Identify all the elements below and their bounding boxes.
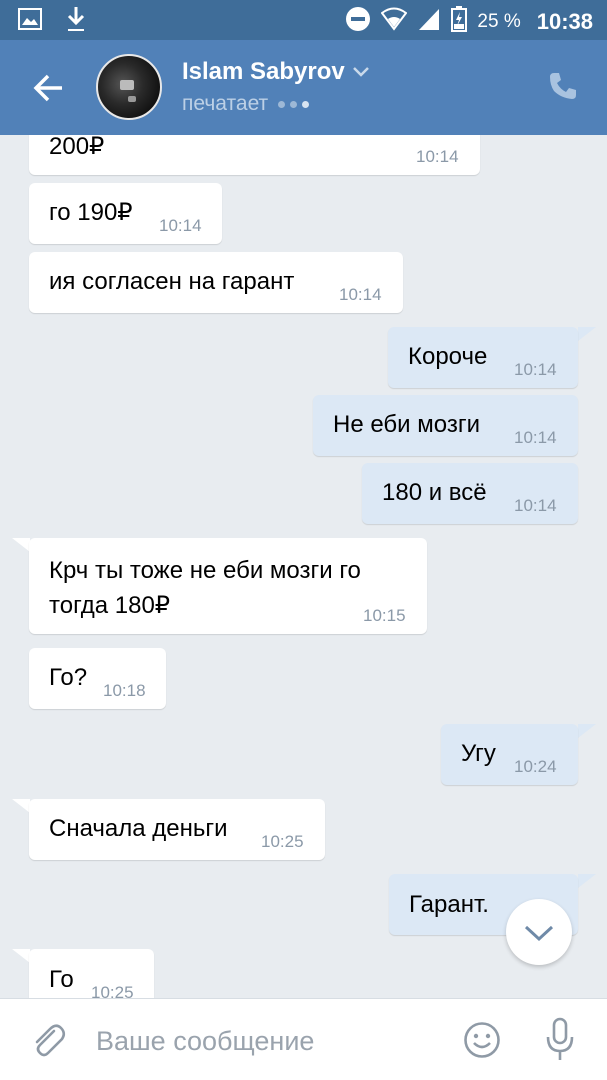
message-text: Крч ты тоже не еби мозги го: [49, 557, 361, 584]
message-text: Гарант.: [409, 891, 489, 918]
bubble-tail: [12, 949, 30, 963]
message-time: 10:14: [339, 285, 382, 304]
voice-record-button[interactable]: [544, 1017, 576, 1063]
message-time: 10:14: [159, 216, 202, 235]
message-text: Го: [49, 966, 74, 993]
message-time: 10:14: [514, 496, 557, 515]
paperclip-icon: [35, 1024, 66, 1057]
message-text: 180 и всё: [382, 479, 487, 506]
message-time: 10:25: [91, 983, 134, 998]
message-list[interactable]: 200₽ 10:14 го 190₽ 10:14 ия согласен на …: [0, 135, 607, 998]
avatar[interactable]: [96, 54, 162, 120]
message-text: Сначала деньги: [49, 815, 228, 842]
signal-icon: [417, 7, 441, 37]
message-text: Короче: [408, 343, 488, 370]
message-composer: [0, 998, 607, 1080]
message-outgoing[interactable]: Короче 10:14: [388, 327, 578, 388]
message-text: го 190₽: [49, 199, 133, 226]
bubble-tail: [12, 799, 30, 813]
message-time: 10:24: [514, 757, 557, 776]
bubble-tail: [12, 538, 30, 552]
phone-icon: [550, 73, 576, 99]
message-incoming[interactable]: го 190₽ 10:14: [29, 183, 222, 244]
typing-status: печатает: [182, 92, 310, 116]
message-time: 10:14: [514, 428, 557, 447]
emoji-button[interactable]: [463, 1021, 501, 1059]
message-incoming[interactable]: Го? 10:18: [29, 648, 166, 709]
chat-header: Islam Sabyrov печатает: [0, 40, 607, 135]
smiley-icon: [464, 1022, 500, 1058]
back-button[interactable]: [28, 68, 68, 108]
chevron-down-icon: [352, 67, 369, 77]
bubble-tail: [578, 327, 596, 341]
wifi-icon: [381, 7, 408, 37]
message-time: 10:14: [416, 147, 459, 166]
message-incoming[interactable]: ия согласен на гарант 10:14: [29, 252, 403, 313]
battery-percent: 25 %: [477, 11, 521, 32]
status-text: печатает: [182, 92, 269, 115]
message-text-line-2: тогда 180₽: [49, 592, 171, 619]
contact-name: Islam Sabyrov: [182, 58, 345, 85]
message-text: ия согласен на гарант: [49, 268, 295, 295]
message-time: 10:25: [261, 832, 304, 851]
image-icon: [18, 8, 42, 35]
message-text: Угу: [461, 740, 496, 767]
battery-icon: [451, 6, 468, 38]
message-text: 200₽: [49, 135, 105, 160]
clock: 10:38: [536, 9, 593, 34]
typing-dots-icon: [278, 100, 310, 108]
message-text: Не еби мозги: [333, 411, 480, 438]
download-icon: [66, 6, 86, 37]
bubble-tail: [578, 724, 596, 738]
message-time: 10:18: [103, 681, 146, 700]
message-incoming[interactable]: Крч ты тоже не еби мозги го тогда 180₽ 1…: [29, 538, 427, 634]
contact-name-button[interactable]: Islam Sabyrov: [182, 58, 369, 86]
dnd-icon: [345, 6, 371, 38]
message-outgoing[interactable]: Угу 10:24: [441, 724, 578, 785]
scroll-to-bottom-button[interactable]: [506, 899, 572, 965]
message-outgoing[interactable]: Не еби мозги 10:14: [313, 395, 578, 456]
microphone-icon: [546, 1017, 574, 1060]
attach-button[interactable]: [28, 1021, 68, 1061]
message-incoming[interactable]: Сначала деньги 10:25: [29, 799, 325, 860]
message-incoming[interactable]: 200₽ 10:14: [29, 135, 480, 175]
call-button[interactable]: [547, 70, 583, 106]
arrow-left-icon: [33, 74, 62, 102]
status-bar: 25 % 10:38: [0, 0, 607, 40]
message-incoming[interactable]: Го 10:25: [29, 949, 154, 998]
message-outgoing[interactable]: 180 и всё 10:14: [362, 463, 578, 524]
message-time: 10:14: [514, 360, 557, 379]
message-input[interactable]: [96, 1021, 436, 1061]
bubble-tail: [578, 874, 596, 888]
message-time: 10:15: [363, 606, 406, 625]
chevron-down-icon: [524, 925, 554, 942]
message-text: Го?: [49, 664, 88, 691]
